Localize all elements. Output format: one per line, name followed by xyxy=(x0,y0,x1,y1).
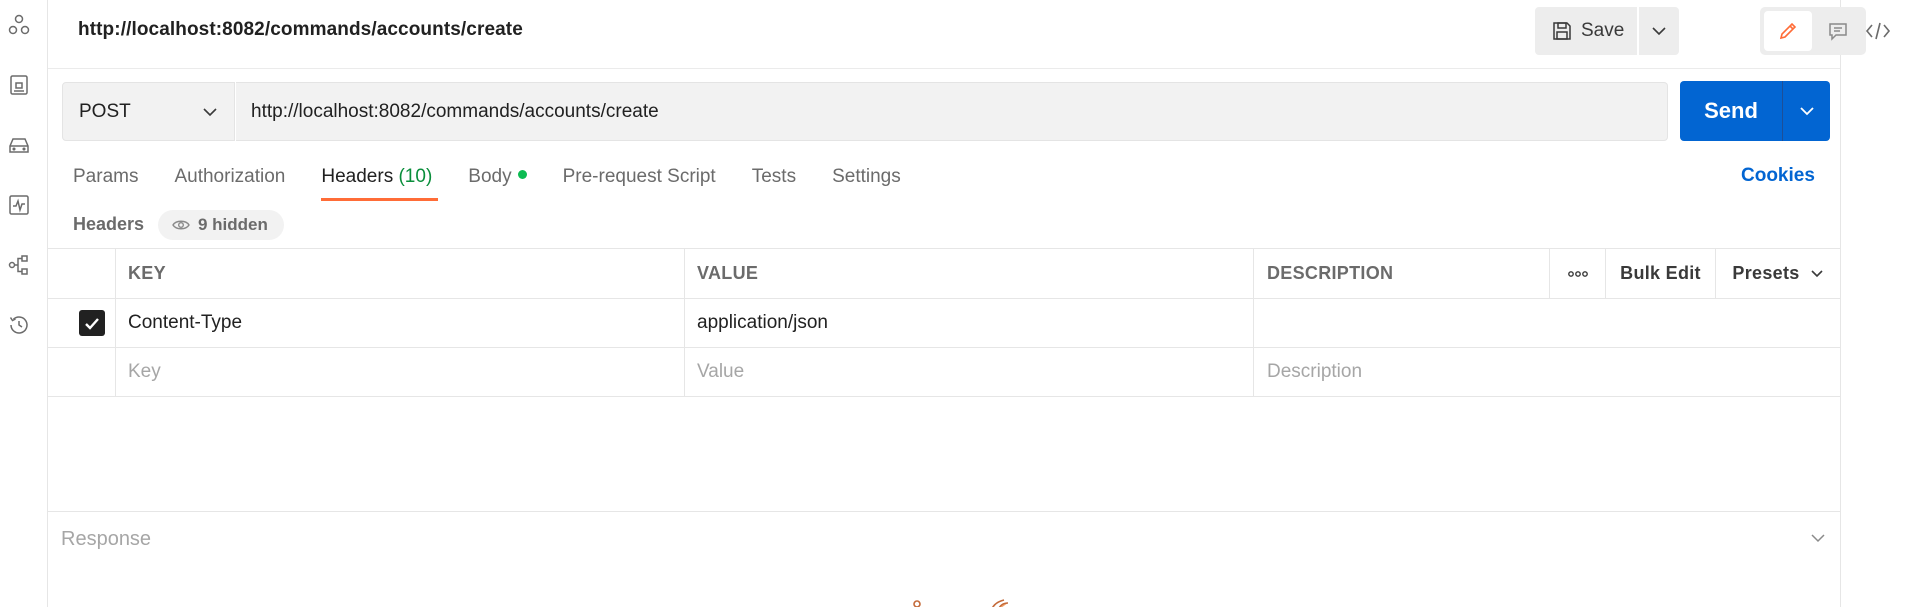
tab-count: (10) xyxy=(398,166,433,187)
save-button[interactable]: Save xyxy=(1535,7,1637,55)
tab-label: Authorization xyxy=(174,166,286,187)
method-label: POST xyxy=(79,100,131,122)
tab-tests[interactable]: Tests xyxy=(752,164,796,204)
new-key-input[interactable]: Key xyxy=(116,348,685,396)
request-title[interactable]: http://localhost:8082/commands/accounts/… xyxy=(78,19,523,41)
header-value-field[interactable]: application/json xyxy=(685,299,1254,347)
tab-label: Params xyxy=(73,166,139,187)
tab-label: Headers xyxy=(321,166,394,187)
row-checkbox-cell xyxy=(48,299,116,347)
header-description-field[interactable] xyxy=(1254,299,1840,347)
comment-icon xyxy=(1829,23,1847,41)
column-header-description: DESCRIPTION xyxy=(1254,249,1550,298)
column-header-key: KEY xyxy=(116,249,685,298)
send-options-button[interactable] xyxy=(1782,81,1830,141)
tab-label: Body xyxy=(468,166,512,187)
save-label: Save xyxy=(1581,20,1625,41)
eye-icon xyxy=(172,220,190,230)
table-header-row: KEY VALUE DESCRIPTION Bulk Edit Presets xyxy=(48,248,1840,299)
save-group: Save xyxy=(1535,7,1679,55)
tab-authorization[interactable]: Authorization xyxy=(174,164,285,204)
row-checkbox[interactable] xyxy=(78,310,105,336)
chevron-down-icon xyxy=(1811,534,1825,543)
view-mode-toggle xyxy=(1760,7,1866,55)
environments-icon[interactable] xyxy=(6,132,32,158)
response-illustration xyxy=(913,599,1009,607)
tab-headers[interactable]: Headers (10) xyxy=(321,164,439,204)
tab-label: Pre-request Script xyxy=(562,166,716,187)
save-options-button[interactable] xyxy=(1639,7,1679,55)
right-sidebar xyxy=(1840,0,1920,607)
more-horizontal-icon xyxy=(1567,270,1588,277)
presets-label: Presets xyxy=(1732,263,1800,283)
flows-icon[interactable] xyxy=(6,252,32,278)
pencil-icon xyxy=(1779,22,1797,40)
monitors-icon[interactable] xyxy=(6,192,32,218)
bulk-edit-button[interactable]: Bulk Edit xyxy=(1606,249,1716,298)
chevron-down-icon xyxy=(1811,270,1823,278)
column-header-value: VALUE xyxy=(685,249,1254,298)
edit-mode-button[interactable] xyxy=(1764,11,1812,51)
history-icon[interactable] xyxy=(6,312,32,338)
chevron-down-icon xyxy=(203,107,217,116)
send-button[interactable]: Send xyxy=(1680,81,1782,141)
comments-mode-button[interactable] xyxy=(1814,11,1862,51)
hidden-count: 9 hidden xyxy=(198,215,268,234)
code-icon[interactable] xyxy=(1863,16,1893,46)
tab-pre-request-script[interactable]: Pre-request Script xyxy=(563,164,716,204)
header-check-column xyxy=(48,249,116,298)
apis-icon[interactable] xyxy=(6,72,32,98)
collections-icon[interactable] xyxy=(6,12,32,38)
tab-settings[interactable]: Settings xyxy=(832,164,901,204)
table-row: Content-Type application/json xyxy=(48,299,1840,348)
table-row-new: Key Value Description xyxy=(48,348,1840,397)
response-title: Response xyxy=(61,528,152,550)
tab-body[interactable]: Body xyxy=(468,164,527,204)
save-icon xyxy=(1553,22,1571,40)
request-tabs: Params Authorization Headers (10) Body P… xyxy=(73,164,901,204)
new-description-input[interactable]: Description xyxy=(1254,348,1840,396)
headers-section-title: Headers xyxy=(73,214,145,234)
more-options-button[interactable] xyxy=(1550,249,1606,298)
left-sidebar xyxy=(0,0,48,607)
chevron-down-icon xyxy=(1652,27,1666,36)
tab-label: Tests xyxy=(751,166,797,187)
header-key-field[interactable]: Content-Type xyxy=(116,299,685,347)
checkmark-icon xyxy=(84,317,99,330)
row-checkbox-cell xyxy=(48,348,116,396)
presets-dropdown[interactable]: Presets xyxy=(1716,249,1840,298)
send-group: Send xyxy=(1680,81,1830,141)
cookies-link[interactable]: Cookies xyxy=(1741,165,1815,187)
response-panel-header[interactable]: Response xyxy=(48,511,1840,563)
headers-table: KEY VALUE DESCRIPTION Bulk Edit Presets … xyxy=(48,248,1840,397)
request-titlebar: http://localhost:8082/commands/accounts/… xyxy=(48,0,1866,69)
hidden-headers-toggle[interactable]: 9 hidden xyxy=(158,210,284,240)
new-value-input[interactable]: Value xyxy=(685,348,1254,396)
method-select[interactable]: POST xyxy=(62,82,235,141)
body-content-indicator xyxy=(517,170,527,180)
chevron-down-icon xyxy=(1799,107,1814,116)
tab-label: Settings xyxy=(832,166,901,187)
url-input[interactable]: http://localhost:8082/commands/accounts/… xyxy=(236,82,1668,141)
tab-params[interactable]: Params xyxy=(73,164,138,204)
response-expand-button[interactable] xyxy=(1810,530,1826,548)
